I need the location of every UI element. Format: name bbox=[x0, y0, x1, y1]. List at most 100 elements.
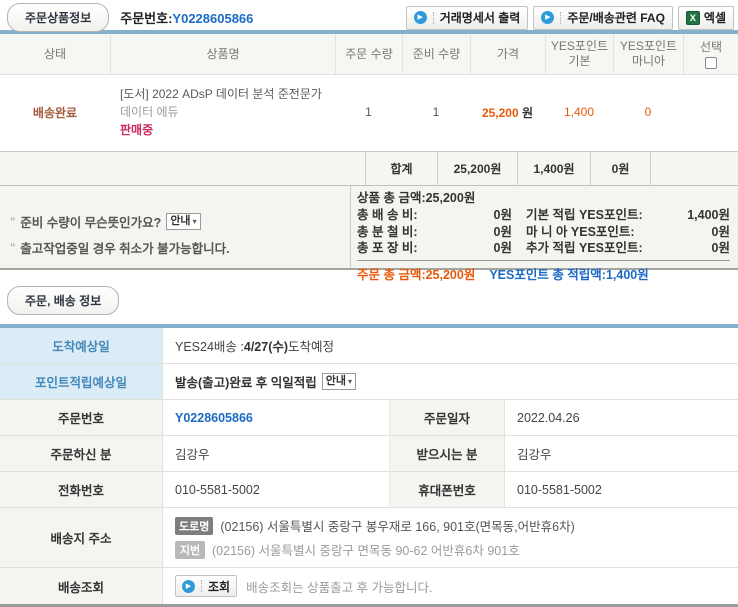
wrapping-value: 0원 bbox=[457, 240, 512, 257]
tracking-button[interactable]: ▶ 조회 bbox=[175, 575, 237, 597]
jibun-address-text: (02156) 서울특별시 중랑구 면목동 90-62 어반휴6차 901호 bbox=[212, 540, 520, 559]
receiver-label: 받으시는 분 bbox=[390, 436, 505, 471]
dotted-divider bbox=[433, 12, 434, 24]
caret-down-icon: ▾ bbox=[348, 376, 352, 387]
order-total: 주문 총 금액:25,200원 bbox=[357, 264, 475, 283]
order-products-table: 상태 상품명 주문 수량 준비 수량 가격 YES포인트 기본 YES포인트 마… bbox=[0, 30, 738, 270]
road-name-badge: 도로명 bbox=[175, 517, 213, 535]
play-circle-icon: ▶ bbox=[182, 580, 195, 593]
basic-point-value: 1,400원 bbox=[678, 207, 730, 224]
order-faq-button[interactable]: ▶ 주문/배송관련 FAQ bbox=[533, 6, 673, 30]
note-ready-qty: " 준비 수량이 무슨뜻인가요? 안내▾ bbox=[10, 212, 350, 231]
row-delivery-tracking: 배송조회 ▶ 조회 배송조회는 상품출고 후 가능합니다. bbox=[0, 568, 738, 604]
mania-point-value: 0원 bbox=[678, 224, 730, 241]
invoice-print-button[interactable]: ▶ 거래명세서 출력 bbox=[406, 6, 529, 30]
header-ready-qty: 준비 수량 bbox=[402, 34, 470, 74]
note-cancel: " 출고작업중일 경우 취소가 불가능합니다. bbox=[10, 238, 350, 257]
summary-row-binding: 총 분 철 비:0원 마 니 아 YES포인트:0원 bbox=[357, 224, 730, 241]
order-number-value: Y0228605866 bbox=[163, 400, 390, 435]
point-basic-value: 1,400 bbox=[545, 105, 613, 119]
excel-label: 엑셀 bbox=[704, 9, 726, 26]
shipping-label: 총 배 송 비: bbox=[357, 207, 457, 224]
dotted-divider bbox=[560, 12, 561, 24]
summary-row-wrapping: 총 포 장 비:0원 추가 적립 YES포인트:0원 bbox=[357, 240, 730, 257]
arrival-prefix: YES24배송 : bbox=[175, 336, 244, 355]
header-product-name: 상품명 bbox=[110, 34, 335, 74]
total-point-basic: 1,400원 bbox=[517, 152, 590, 185]
header-status: 상태 bbox=[0, 34, 110, 74]
table-header-row: 상태 상품명 주문 수량 준비 수량 가격 YES포인트 기본 YES포인트 마… bbox=[0, 34, 738, 75]
select-all-checkbox[interactable] bbox=[705, 57, 717, 69]
section2-header-bar: 주문, 배송 정보 bbox=[0, 286, 738, 315]
wrapping-label: 총 포 장 비: bbox=[357, 240, 457, 257]
binding-label: 총 분 철 비: bbox=[357, 224, 457, 241]
order-delivery-table: 도착예상일 YES24배송 : 4/27(수) 도착예정 포인트적립예상일 발송… bbox=[0, 324, 738, 607]
tracking-value: ▶ 조회 배송조회는 상품출고 후 가능합니다. bbox=[163, 568, 738, 604]
product-title-line: [도서] 2022 ADsP 데이터 분석 준전문가 데이터 에듀 bbox=[120, 85, 325, 121]
invoice-print-label: 거래명세서 출력 bbox=[440, 9, 521, 26]
extra-point-value: 0원 bbox=[678, 240, 730, 257]
shipping-value: 0원 bbox=[457, 207, 512, 224]
road-address-line: 도로명 (02156) 서울특별시 중랑구 봉우재로 166, 901호(면목동… bbox=[175, 516, 575, 535]
guide-dropdown-button[interactable]: 안내▾ bbox=[322, 373, 356, 390]
shipping-address-label: 배송지 주소 bbox=[0, 508, 163, 567]
play-circle-icon: ▶ bbox=[541, 11, 554, 24]
jibun-badge: 지번 bbox=[175, 541, 205, 559]
guide-dropdown-button[interactable]: 안내▾ bbox=[166, 213, 200, 230]
header-point-basic: YES포인트 기본 bbox=[545, 34, 613, 74]
arrival-suffix: 도착예정 bbox=[288, 336, 334, 355]
mania-point-label: 마 니 아 YES포인트: bbox=[526, 224, 678, 241]
orderer-value: 김강우 bbox=[163, 436, 390, 471]
binding-value: 0원 bbox=[457, 224, 512, 241]
delivery-status: 배송완료 bbox=[0, 104, 110, 121]
jibun-address-line: 지번 (02156) 서울특별시 중랑구 면목동 90-62 어반휴6차 901… bbox=[175, 540, 520, 559]
point-accrual-label: 포인트적립예상일 bbox=[0, 364, 163, 399]
note-bullet: " bbox=[10, 216, 15, 228]
price-value: 25,200 bbox=[482, 106, 519, 120]
note-cancel-text: 출고작업중일 경우 취소가 불가능합니다. bbox=[20, 238, 229, 257]
row-arrival-date: 도착예상일 YES24배송 : 4/27(수) 도착예정 bbox=[0, 328, 738, 364]
summary-area: " 준비 수량이 무슨뜻인가요? 안내▾ " 출고작업중일 경우 취소가 불가능… bbox=[0, 185, 738, 270]
total-row: 합계 25,200원 1,400원 0원 bbox=[0, 151, 738, 185]
caret-down-icon: ▾ bbox=[193, 216, 197, 227]
summary-row-shipping: 총 배 송 비:0원 기본 적립 YES포인트:1,400원 bbox=[357, 207, 730, 224]
order-date-value: 2022.04.26 bbox=[505, 400, 738, 435]
product-total: 상품 총 금액:25,200원 bbox=[357, 190, 475, 207]
point-mania-value: 0 bbox=[613, 105, 683, 119]
total-price: 25,200원 bbox=[437, 152, 517, 185]
section-title-order-delivery: 주문, 배송 정보 bbox=[7, 286, 119, 315]
order-date-label: 주문일자 bbox=[390, 400, 505, 435]
excel-icon: X bbox=[686, 11, 700, 25]
mobile-label: 휴대폰번호 bbox=[390, 472, 505, 507]
product-name-cell: [도서] 2022 ADsP 데이터 분석 준전문가 데이터 에듀 판매중 bbox=[110, 85, 335, 139]
extra-point-label: 추가 적립 YES포인트: bbox=[526, 240, 678, 257]
note-bullet: " bbox=[10, 242, 15, 254]
order-number-link[interactable]: Y0228605866 bbox=[175, 411, 253, 425]
guide-label: 안내 bbox=[326, 374, 346, 389]
shipping-address-value: 도로명 (02156) 서울특별시 중랑구 봉우재로 166, 901호(면목동… bbox=[163, 508, 738, 567]
summary-final-row: 주문 총 금액:25,200원 YES포인트 총 적립액:1,400원 bbox=[357, 260, 730, 283]
total-tail-cell bbox=[650, 152, 738, 185]
order-qty-value: 1 bbox=[335, 105, 402, 119]
total-label: 합계 bbox=[365, 152, 437, 185]
excel-export-button[interactable]: X 엑셀 bbox=[678, 6, 734, 30]
header-point-mania: YES포인트 마니아 bbox=[613, 34, 683, 74]
order-number-label: 주문번호 bbox=[0, 400, 163, 435]
sale-state: 판매중 bbox=[120, 121, 325, 139]
total-point-mania: 0원 bbox=[590, 152, 650, 185]
header-order-qty: 주문 수량 bbox=[335, 34, 402, 74]
row-phone: 전화번호 010-5581-5002 휴대폰번호 010-5581-5002 bbox=[0, 472, 738, 508]
orderer-label: 주문하신 분 bbox=[0, 436, 163, 471]
mobile-value: 010-5581-5002 bbox=[505, 472, 738, 507]
note-ready-qty-text: 준비 수량이 무슨뜻인가요? bbox=[20, 212, 161, 231]
header-select: 선택 bbox=[683, 34, 738, 74]
guide-label: 안내 bbox=[170, 214, 190, 229]
ready-qty-value: 1 bbox=[402, 105, 470, 119]
row-order-number: 주문번호 Y0228605866 주문일자 2022.04.26 bbox=[0, 400, 738, 436]
section1-header-bar: 주문상품정보 주문번호:Y0228605866 ▶ 거래명세서 출력 ▶ 주문/… bbox=[0, 0, 738, 30]
basic-point-label: 기본 적립 YES포인트: bbox=[526, 207, 678, 224]
dotted-divider bbox=[201, 580, 202, 592]
product-title-link[interactable]: [도서] 2022 ADsP 데이터 분석 준전문가 bbox=[120, 87, 322, 101]
point-total: YES포인트 총 적립액:1,400원 bbox=[489, 264, 648, 283]
order-faq-label: 주문/배송관련 FAQ bbox=[567, 9, 665, 26]
